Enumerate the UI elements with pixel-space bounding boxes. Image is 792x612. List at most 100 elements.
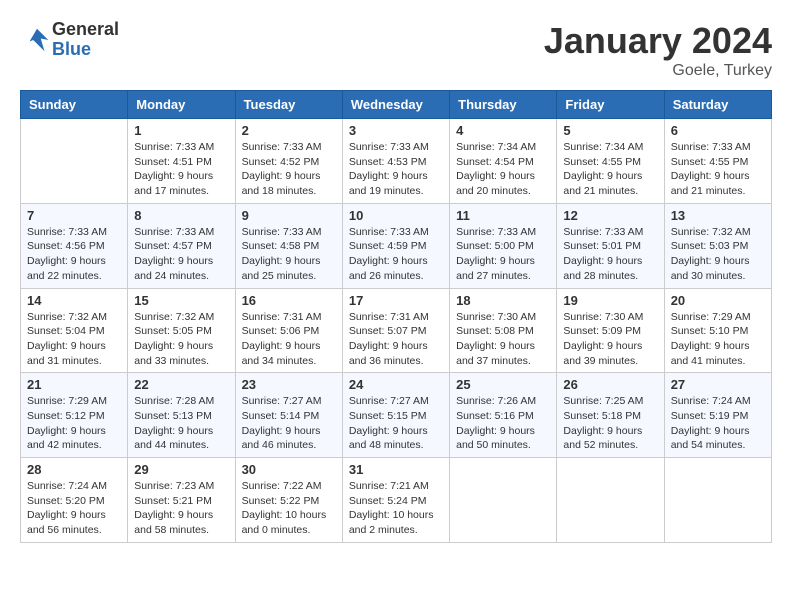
calendar-week-row: 21 Sunrise: 7:29 AM Sunset: 5:12 PM Dayli… (21, 373, 772, 458)
day-number: 18 (456, 293, 550, 308)
day-number: 14 (27, 293, 121, 308)
day-info: Sunrise: 7:33 AM Sunset: 4:57 PM Dayligh… (134, 225, 228, 284)
calendar-cell: 11Sunrise: 7:33 AM Sunset: 5:00 PM Dayli… (450, 203, 557, 288)
calendar-cell: 26Sunrise: 7:25 AM Sunset: 5:18 PM Dayli… (557, 373, 664, 458)
day-number: 31 (349, 462, 443, 477)
header-day: Monday (128, 91, 235, 119)
day-info: Sunrise: 7:33 AM Sunset: 4:56 PM Dayligh… (27, 225, 121, 284)
day-number: 22 (134, 377, 228, 392)
header-day: Tuesday (235, 91, 342, 119)
day-number: 15 (134, 293, 228, 308)
calendar-cell: 10 Sunrise: 7:33 AM Sunset: 4:59 PM Dayli… (342, 203, 449, 288)
day-info: Sunrise: 7:33 AM Sunset: 4:53 PM Dayligh… (349, 140, 443, 199)
day-info: Sunrise: 7:25 AM Sunset: 5:18 PM Dayligh… (563, 394, 657, 453)
logo-icon (22, 25, 52, 55)
day-info: Sunrise: 7:22 AM Sunset: 5:22 PM Dayligh… (242, 479, 336, 538)
day-number: 28 (27, 462, 121, 477)
calendar-cell: 15 Sunrise: 7:32 AM Sunset: 5:05 PM Dayli… (128, 288, 235, 373)
calendar-cell: 19Sunrise: 7:30 AM Sunset: 5:09 PM Dayli… (557, 288, 664, 373)
calendar-cell: 25Sunrise: 7:26 AM Sunset: 5:16 PM Dayli… (450, 373, 557, 458)
day-number: 19 (563, 293, 657, 308)
calendar-week-row: 14 Sunrise: 7:32 AM Sunset: 5:04 PM Dayli… (21, 288, 772, 373)
title-section: January 2024 Goele, Turkey (544, 20, 772, 80)
day-info: Sunrise: 7:30 AM Sunset: 5:08 PM Dayligh… (456, 310, 550, 369)
calendar-week-row: 28 Sunrise: 7:24 AM Sunset: 5:20 PM Dayli… (21, 458, 772, 543)
location: Goele, Turkey (544, 62, 772, 80)
day-number: 12 (563, 208, 657, 223)
calendar-cell: 5 Sunrise: 7:34 AM Sunset: 4:55 PM Daylig… (557, 119, 664, 204)
day-number: 1 (134, 123, 228, 138)
day-number: 4 (456, 123, 550, 138)
day-info: Sunrise: 7:33 AM Sunset: 4:55 PM Dayligh… (671, 140, 765, 199)
day-info: Sunrise: 7:33 AM Sunset: 4:59 PM Dayligh… (349, 225, 443, 284)
day-number: 6 (671, 123, 765, 138)
day-info: Sunrise: 7:27 AM Sunset: 5:15 PM Dayligh… (349, 394, 443, 453)
header-day: Friday (557, 91, 664, 119)
calendar-cell: 21 Sunrise: 7:29 AM Sunset: 5:12 PM Dayli… (21, 373, 128, 458)
calendar-cell: 18 Sunrise: 7:30 AM Sunset: 5:08 PM Dayli… (450, 288, 557, 373)
day-number: 23 (242, 377, 336, 392)
calendar-cell (450, 458, 557, 543)
calendar-table: SundayMondayTuesdayWednesdayThursdayFrid… (20, 90, 772, 543)
calendar-cell: 16 Sunrise: 7:31 AM Sunset: 5:06 PM Dayli… (235, 288, 342, 373)
day-info: Sunrise: 7:32 AM Sunset: 5:03 PM Dayligh… (671, 225, 765, 284)
calendar-cell: 20 Sunrise: 7:29 AM Sunset: 5:10 PM Dayli… (664, 288, 771, 373)
day-number: 3 (349, 123, 443, 138)
header-day: Thursday (450, 91, 557, 119)
calendar-header: SundayMondayTuesdayWednesdayThursdayFrid… (21, 91, 772, 119)
day-info: Sunrise: 7:32 AM Sunset: 5:04 PM Dayligh… (27, 310, 121, 369)
header-day: Saturday (664, 91, 771, 119)
day-number: 21 (27, 377, 121, 392)
calendar-cell: 17 Sunrise: 7:31 AM Sunset: 5:07 PM Dayli… (342, 288, 449, 373)
logo-general: General (52, 20, 119, 40)
day-info: Sunrise: 7:27 AM Sunset: 5:14 PM Dayligh… (242, 394, 336, 453)
day-number: 9 (242, 208, 336, 223)
calendar-cell (557, 458, 664, 543)
day-number: 27 (671, 377, 765, 392)
logo: General Blue (20, 20, 119, 60)
day-number: 5 (563, 123, 657, 138)
day-number: 25 (456, 377, 550, 392)
calendar-cell: 6 Sunrise: 7:33 AM Sunset: 4:55 PM Daylig… (664, 119, 771, 204)
day-info: Sunrise: 7:34 AM Sunset: 4:54 PM Dayligh… (456, 140, 550, 199)
logo-blue: Blue (52, 40, 119, 60)
calendar-cell: 1 Sunrise: 7:33 AM Sunset: 4:51 PM Daylig… (128, 119, 235, 204)
day-info: Sunrise: 7:31 AM Sunset: 5:06 PM Dayligh… (242, 310, 336, 369)
calendar-cell: 14 Sunrise: 7:32 AM Sunset: 5:04 PM Dayli… (21, 288, 128, 373)
calendar-cell: 12 Sunrise: 7:33 AM Sunset: 5:01 PM Dayli… (557, 203, 664, 288)
day-number: 24 (349, 377, 443, 392)
day-info: Sunrise: 7:24 AM Sunset: 5:20 PM Dayligh… (27, 479, 121, 538)
day-info: Sunrise: 7:33 AM Sunset: 4:58 PM Dayligh… (242, 225, 336, 284)
day-number: 20 (671, 293, 765, 308)
calendar-cell (664, 458, 771, 543)
day-number: 29 (134, 462, 228, 477)
page-header: General Blue January 2024 Goele, Turkey (20, 20, 772, 80)
day-number: 7 (27, 208, 121, 223)
day-info: Sunrise: 7:23 AM Sunset: 5:21 PM Dayligh… (134, 479, 228, 538)
day-number: 11 (456, 208, 550, 223)
day-number: 30 (242, 462, 336, 477)
day-info: Sunrise: 7:29 AM Sunset: 5:10 PM Dayligh… (671, 310, 765, 369)
day-info: Sunrise: 7:29 AM Sunset: 5:12 PM Dayligh… (27, 394, 121, 453)
calendar-week-row: 1 Sunrise: 7:33 AM Sunset: 4:51 PM Daylig… (21, 119, 772, 204)
calendar-cell: 2 Sunrise: 7:33 AM Sunset: 4:52 PM Daylig… (235, 119, 342, 204)
calendar-cell (21, 119, 128, 204)
calendar-cell: 9 Sunrise: 7:33 AM Sunset: 4:58 PM Daylig… (235, 203, 342, 288)
day-number: 13 (671, 208, 765, 223)
calendar-cell: 24 Sunrise: 7:27 AM Sunset: 5:15 PM Dayli… (342, 373, 449, 458)
day-info: Sunrise: 7:33 AM Sunset: 4:51 PM Dayligh… (134, 140, 228, 199)
calendar-cell: 8Sunrise: 7:33 AM Sunset: 4:57 PM Daylig… (128, 203, 235, 288)
month-title: January 2024 (544, 20, 772, 62)
day-number: 2 (242, 123, 336, 138)
day-number: 10 (349, 208, 443, 223)
day-info: Sunrise: 7:33 AM Sunset: 4:52 PM Dayligh… (242, 140, 336, 199)
day-info: Sunrise: 7:31 AM Sunset: 5:07 PM Dayligh… (349, 310, 443, 369)
day-number: 16 (242, 293, 336, 308)
day-number: 17 (349, 293, 443, 308)
day-info: Sunrise: 7:34 AM Sunset: 4:55 PM Dayligh… (563, 140, 657, 199)
logo-text: General Blue (52, 20, 119, 60)
day-info: Sunrise: 7:32 AM Sunset: 5:05 PM Dayligh… (134, 310, 228, 369)
calendar-cell: 29 Sunrise: 7:23 AM Sunset: 5:21 PM Dayli… (128, 458, 235, 543)
day-info: Sunrise: 7:33 AM Sunset: 5:01 PM Dayligh… (563, 225, 657, 284)
header-row: SundayMondayTuesdayWednesdayThursdayFrid… (21, 91, 772, 119)
